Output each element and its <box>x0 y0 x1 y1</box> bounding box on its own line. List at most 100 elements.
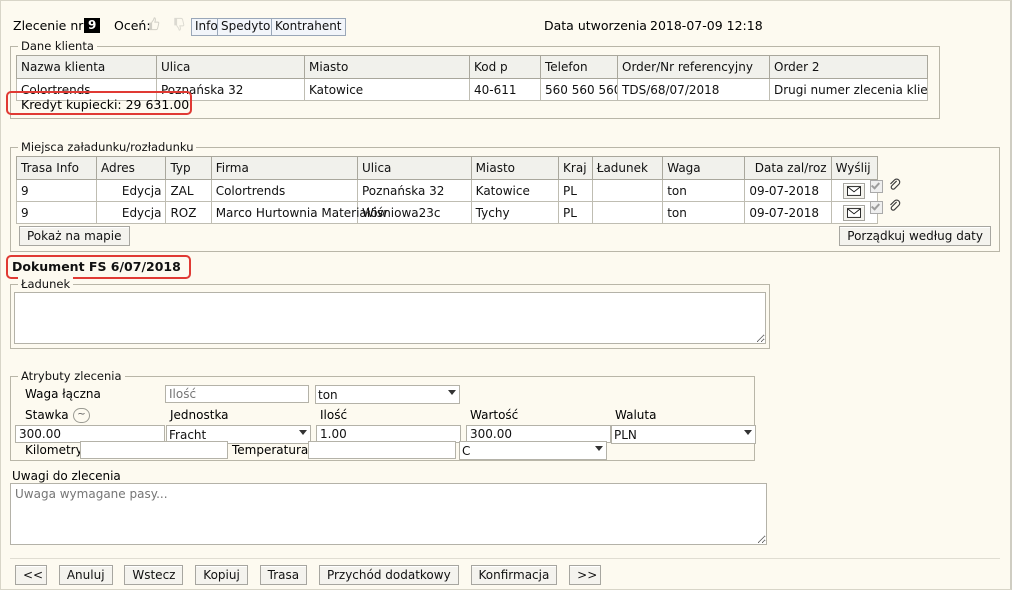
cancel-button[interactable]: Anuluj <box>58 565 113 585</box>
cell-adres-edycja[interactable]: Edycja <box>95 201 167 224</box>
col-ulica: Ulica <box>357 156 472 180</box>
value-label: Wartość <box>470 408 519 422</box>
cell-order-2[interactable]: Drugi numer zlecenia klienta <box>769 78 928 101</box>
cell-ladunek[interactable] <box>591 201 664 224</box>
extra-income-button[interactable]: Przychód dodatkowy <box>318 565 459 585</box>
col-trasa-info: Trasa Info <box>16 156 97 180</box>
back-button[interactable]: Wstecz <box>124 565 184 585</box>
temperature-unit-select[interactable]: C <box>459 441 607 460</box>
col-ulica: Ulica <box>156 55 305 79</box>
rate-label: Stawka <box>25 408 69 422</box>
cell-kraj[interactable]: PL <box>558 201 593 224</box>
order-form-window: Zlecenie nr 9 Oceń: Info Spedytor Kontra… <box>0 0 1012 590</box>
unit-label: Jednostka <box>170 408 229 422</box>
page-scrollbar[interactable] <box>1012 0 1024 597</box>
header-bar: Zlecenie nr 9 Oceń: Info Spedytor Kontra… <box>1 1 1010 36</box>
table-row: 9 Edycja ROZ Marco Hurtownia Materiałów … <box>16 201 879 224</box>
col-order-2: Order 2 <box>769 55 928 79</box>
row-send-checkbox[interactable] <box>870 180 883 193</box>
col-wyslij: Wyślij <box>830 156 879 180</box>
cell-miasto[interactable]: Katowice <box>470 179 560 202</box>
cell-kod-p[interactable]: 40-611 <box>469 78 541 101</box>
tilde-icon[interactable]: ~ <box>73 408 90 423</box>
currency-select[interactable]: PLN <box>611 425 756 444</box>
cell-data[interactable]: 09-07-2018 <box>744 201 832 224</box>
total-weight-input[interactable] <box>165 385 309 403</box>
tab-spedytor[interactable]: Spedytor <box>217 18 280 36</box>
temperature-input[interactable] <box>308 441 456 459</box>
attributes-legend: Atrybuty zlecenia <box>18 369 125 383</box>
cell-miasto[interactable]: Tychy <box>470 201 560 224</box>
client-data-table: Nazwa klienta Ulica Miasto Kod p Telefon… <box>16 55 928 101</box>
col-waga: Waga <box>662 156 746 180</box>
cargo-fieldset: Ładunek <box>10 277 770 349</box>
kilometers-input[interactable] <box>80 441 228 459</box>
thumbs-up-icon[interactable] <box>146 16 161 32</box>
credit-limit-text: Kredyt kupiecki: 29 631.00 <box>21 97 190 112</box>
cell-trasa-info[interactable]: 9 <box>16 201 97 224</box>
client-data-fieldset: Dane klienta Nazwa klienta Ulica Miasto … <box>10 39 940 119</box>
show-on-map-button[interactable]: Pokaż na mapie <box>19 226 130 246</box>
next-button[interactable]: >> <box>569 565 602 585</box>
footer-divider <box>10 558 1000 559</box>
envelope-icon[interactable] <box>843 182 866 199</box>
places-legend: Miejsca załadunku/rozładunku <box>18 140 197 154</box>
cell-waga[interactable]: ton <box>662 201 746 224</box>
cell-typ[interactable]: ROZ <box>165 201 212 224</box>
cell-ladunek[interactable] <box>591 179 664 202</box>
sort-by-date-button[interactable]: Porządkuj według daty <box>839 226 991 246</box>
col-ladunek: Ładunek <box>591 156 664 180</box>
places-table: Trasa Info Adres Typ Firma Ulica Miasto … <box>16 156 879 224</box>
client-data-legend: Dane klienta <box>18 39 97 53</box>
cell-firma[interactable]: Colortrends <box>210 179 359 202</box>
col-miasto: Miasto <box>470 156 560 180</box>
cell-ulica[interactable]: Wiśniowa23c <box>357 201 472 224</box>
thumbs-down-icon[interactable] <box>171 16 186 32</box>
cargo-legend: Ładunek <box>18 277 74 291</box>
tab-kontrahent[interactable]: Kontrahent <box>271 18 346 36</box>
weight-unit-select[interactable]: ton <box>315 385 460 404</box>
cell-trasa-info[interactable]: 9 <box>16 179 97 202</box>
order-number-badge: 9 <box>84 18 101 33</box>
prev-button[interactable]: << <box>15 565 47 585</box>
col-kod-p: Kod p <box>469 55 541 79</box>
cell-waga[interactable]: ton <box>662 179 746 202</box>
table-header-row: Trasa Info Adres Typ Firma Ulica Miasto … <box>16 156 879 180</box>
cell-order-nr[interactable]: TDS/68/07/2018 <box>617 78 770 101</box>
col-firma: Firma <box>210 156 359 180</box>
col-adres: Adres <box>95 156 167 180</box>
cell-miasto[interactable]: Katowice <box>304 78 470 101</box>
table-row: 9 Edycja ZAL Colortrends Poznańska 32 Ka… <box>16 179 879 202</box>
col-miasto: Miasto <box>304 55 470 79</box>
cell-typ[interactable]: ZAL <box>165 179 212 202</box>
cell-firma[interactable]: Marco Hurtownia Materiałów <box>210 201 387 224</box>
paperclip-icon[interactable] <box>887 177 901 194</box>
quantity-label: Ilość <box>320 408 348 422</box>
temperature-label: Temperatura <box>232 443 309 457</box>
document-title: Dokument FS 6/07/2018 <box>12 259 181 274</box>
attributes-fieldset: Atrybuty zlecenia Waga łączna ton Stawka… <box>10 369 756 461</box>
row-send-checkbox[interactable] <box>870 201 883 214</box>
kilometers-label: Kilometry <box>25 443 83 457</box>
footer-button-bar: << Anuluj Wstecz Kopiuj Trasa Przychód d… <box>15 565 602 585</box>
cargo-textarea[interactable] <box>14 292 766 344</box>
cell-data[interactable]: 09-07-2018 <box>744 179 832 202</box>
cell-adres-edycja[interactable]: Edycja <box>95 179 167 202</box>
cell-telefon[interactable]: 560 560 560 <box>540 78 618 101</box>
paperclip-icon[interactable] <box>887 198 901 215</box>
envelope-icon[interactable] <box>843 204 866 221</box>
col-telefon: Telefon <box>540 55 618 79</box>
order-label: Zlecenie nr <box>13 18 84 33</box>
notes-textarea[interactable] <box>10 483 767 545</box>
total-weight-label: Waga łączna <box>25 387 101 401</box>
notes-legend: Uwagi do zlecenia <box>12 469 121 483</box>
places-fieldset: Miejsca załadunku/rozładunku Trasa Info … <box>10 140 1000 252</box>
cell-ulica[interactable]: Poznańska 32 <box>357 179 472 202</box>
copy-button[interactable]: Kopiuj <box>195 565 248 585</box>
route-button[interactable]: Trasa <box>259 565 308 585</box>
col-nazwa-klienta: Nazwa klienta <box>16 55 157 79</box>
col-order-nr: Order/Nr referencyjny <box>617 55 770 79</box>
cell-kraj[interactable]: PL <box>558 179 593 202</box>
col-typ: Typ <box>165 156 212 180</box>
confirmation-button[interactable]: Konfirmacja <box>470 565 558 585</box>
